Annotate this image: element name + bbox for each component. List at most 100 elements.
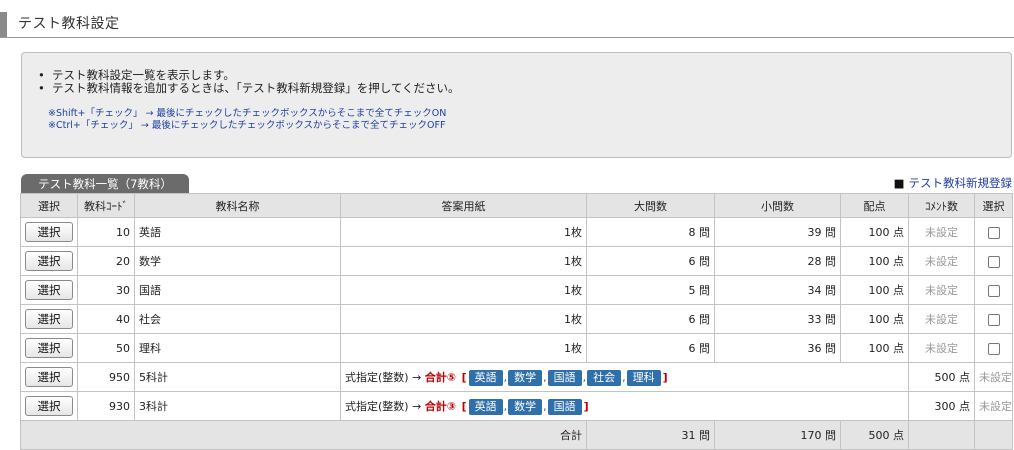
large-question-count: 8 問 [586, 217, 715, 247]
page-header: テスト教科設定 [0, 0, 1014, 38]
subject-name: 3科計 [134, 391, 341, 421]
formula-prefix: 式指定(整数) → [345, 370, 422, 384]
subject-chip: 英語 [468, 369, 503, 386]
points: 500 点 [908, 362, 975, 392]
points: 300 点 [908, 391, 975, 421]
table-row-formula: 選択 950 5科計 式指定(整数) → 合計⑤ [英語, 数学, 国語, 社会, 理科… [20, 362, 1013, 392]
small-question-count: 33 問 [714, 304, 841, 334]
subject-chip: 社会 [587, 369, 622, 386]
formula-prefix: 式指定(整数) → [345, 399, 422, 413]
col-header-points: 配点 [840, 193, 909, 218]
ctrl-check-note: ※Ctrl+「チェック」 → 最後にチェックしたチェックボックスからそこまで全て… [48, 120, 446, 131]
row-checkbox[interactable] [987, 284, 1000, 297]
table-header-row: 選択 教科ｺｰﾄﾞ 教科名称 答案用紙 大問数 小問数 配点 ｺﾒﾝﾄ数 選択 [20, 193, 1013, 218]
comment-count: 未設定 [908, 275, 975, 305]
formula-total-label: 合計③ [424, 399, 457, 413]
subject-table: 選択 教科ｺｰﾄﾞ 教科名称 答案用紙 大問数 小問数 配点 ｺﾒﾝﾄ数 選択 … [20, 193, 1013, 450]
subject-chip: 理科 [626, 369, 661, 386]
info-notes: ※Shift+「チェック」 → 最後にチェックしたチェックボックスからそこまで全… [48, 108, 446, 132]
comment-count: 未設定 [908, 217, 975, 247]
subject-code: 950 [77, 362, 135, 392]
info-box: テスト教科設定一覧を表示します。 テスト教科情報を追加するときは、「テスト教科新… [21, 52, 1012, 158]
square-bullet-icon: ■ [893, 176, 905, 190]
formula-bracket-close: ] [662, 370, 668, 384]
table-row: 選択 20 数学 1枚 6 問 28 問 100 点 未設定 [20, 246, 1013, 276]
answer-sheet: 1枚 [340, 275, 587, 305]
table-row: 選択 10 英語 1枚 8 問 39 問 100 点 未設定 [20, 217, 1013, 247]
select-button[interactable]: 選択 [25, 338, 73, 358]
table-row: 選択 50 理科 1枚 6 問 36 問 100 点 未設定 [20, 333, 1013, 363]
formula-bracket-open: [ [461, 399, 467, 413]
select-button[interactable]: 選択 [25, 280, 73, 300]
answer-sheet: 1枚 [340, 304, 587, 334]
formula-bracket-open: [ [461, 370, 467, 384]
small-question-count: 34 問 [714, 275, 841, 305]
info-bullet: テスト教科情報を追加するときは、「テスト教科新規登録」を押してください。 [36, 82, 460, 96]
new-subject-register-link[interactable]: ■ テスト教科新規登録 [894, 175, 1012, 191]
col-header-answer-sheet: 答案用紙 [340, 193, 587, 218]
large-question-count: 6 問 [586, 333, 715, 363]
subject-name: 数学 [134, 246, 341, 276]
chip-separator: , [543, 370, 547, 384]
subject-name: 社会 [134, 304, 341, 334]
header-accent-bar [0, 12, 7, 37]
row-checkbox[interactable] [987, 342, 1000, 355]
shift-check-note: ※Shift+「チェック」 → 最後にチェックしたチェックボックスからそこまで全… [48, 108, 447, 119]
comment-count: 未設定 [908, 333, 975, 363]
points: 100 点 [840, 304, 909, 334]
col-header-name: 教科名称 [134, 193, 341, 218]
row-checkbox[interactable] [987, 226, 1000, 239]
select-button[interactable]: 選択 [25, 222, 73, 242]
col-header-large-questions: 大問数 [586, 193, 715, 218]
large-question-count: 5 問 [586, 275, 715, 305]
formula-bracket-close: ] [583, 399, 589, 413]
comment-count: 未設定 [908, 246, 975, 276]
footer-points-total: 500 点 [840, 420, 909, 450]
points: 100 点 [840, 275, 909, 305]
subject-code: 50 [77, 333, 135, 363]
chip-separator: , [543, 399, 547, 413]
footer-total-label: 合計 [20, 420, 587, 450]
col-header-check: 選択 [974, 193, 1013, 218]
formula-cell: 式指定(整数) → 合計③ [英語, 数学, 国語] [340, 391, 909, 421]
select-button[interactable]: 選択 [25, 251, 73, 271]
row-checkbox[interactable] [987, 313, 1000, 326]
small-question-count: 39 問 [714, 217, 841, 247]
page-title: テスト教科設定 [18, 16, 120, 32]
points: 100 点 [840, 217, 909, 247]
subject-name: 英語 [134, 217, 341, 247]
subject-code: 930 [77, 391, 135, 421]
chip-separator: , [503, 370, 508, 384]
comment-count: 未設定 [974, 362, 1013, 392]
row-checkbox[interactable] [987, 255, 1000, 268]
tab-subject-list[interactable]: テスト教科一覧（7教科） [21, 174, 189, 195]
col-header-select: 選択 [20, 193, 78, 218]
select-button[interactable]: 選択 [25, 367, 73, 387]
subject-chip: 数学 [508, 398, 543, 415]
table-row-formula: 選択 930 3科計 式指定(整数) → 合計③ [英語, 数学, 国語] 300 … [20, 391, 1013, 421]
select-button[interactable]: 選択 [25, 396, 73, 416]
chip-separator: , [622, 370, 626, 384]
subject-name: 5科計 [134, 362, 341, 392]
answer-sheet: 1枚 [340, 246, 587, 276]
subject-code: 10 [77, 217, 135, 247]
formula-cell: 式指定(整数) → 合計⑤ [英語, 数学, 国語, 社会, 理科] [340, 362, 909, 392]
footer-small-total: 170 問 [714, 420, 841, 450]
select-button[interactable]: 選択 [25, 309, 73, 329]
table-row: 選択 40 社会 1枚 6 問 33 問 100 点 未設定 [20, 304, 1013, 334]
chip-separator: , [503, 399, 508, 413]
subject-name: 理科 [134, 333, 341, 363]
table-row: 選択 30 国語 1枚 5 問 34 問 100 点 未設定 [20, 275, 1013, 305]
subject-code: 40 [77, 304, 135, 334]
footer-large-total: 31 問 [586, 420, 715, 450]
points: 100 点 [840, 246, 909, 276]
large-question-count: 6 問 [586, 246, 715, 276]
col-header-code: 教科ｺｰﾄﾞ [77, 193, 135, 218]
subject-code: 30 [77, 275, 135, 305]
chip-separator: , [582, 370, 587, 384]
subject-chip: 数学 [508, 369, 543, 386]
subject-code: 20 [77, 246, 135, 276]
subject-name: 国語 [134, 275, 341, 305]
subject-chip: 英語 [468, 398, 503, 415]
subject-chip: 国語 [547, 398, 582, 415]
